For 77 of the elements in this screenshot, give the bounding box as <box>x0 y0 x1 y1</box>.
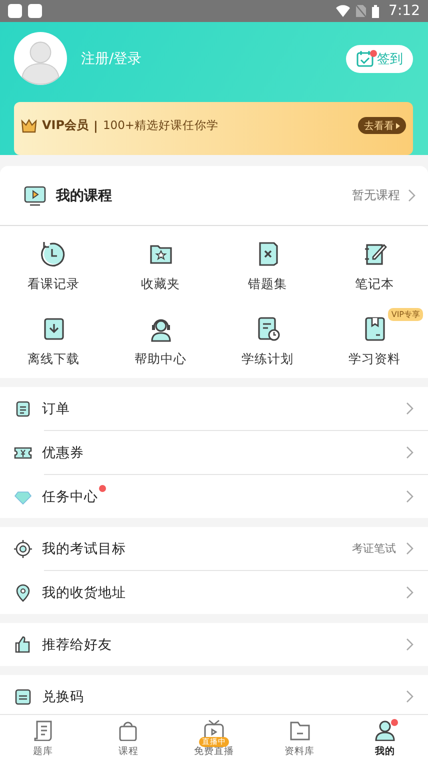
section-title: 我的课程 <box>56 186 113 204</box>
avatar[interactable] <box>14 32 67 85</box>
chevron-right-icon <box>406 638 414 651</box>
menu-label: 兑换码 <box>42 688 84 706</box>
chevron-right-icon <box>406 402 414 415</box>
tab-label: 免费直播 <box>194 745 234 758</box>
menu-item[interactable]: 订单 <box>0 387 428 430</box>
exchange-code-icon <box>14 686 32 706</box>
battery-icon <box>372 4 379 18</box>
menu-value: 考证笔试 <box>352 541 396 556</box>
tool-label: 帮助中心 <box>134 351 186 368</box>
question-bank-icon <box>32 720 53 741</box>
tool-item[interactable]: 笔记本 <box>321 233 428 293</box>
tool-item[interactable]: 收藏夹 <box>107 233 214 293</box>
tool-label: 学习资料 <box>348 351 400 368</box>
menu-label: 我的收货地址 <box>42 584 126 602</box>
tab-item[interactable]: 我的 <box>342 715 428 762</box>
calendar-check-icon <box>356 50 374 68</box>
tab-label: 资料库 <box>284 745 315 758</box>
menu-item[interactable]: 优惠券 <box>0 431 428 474</box>
no-sim-icon <box>356 5 366 17</box>
tab-item[interactable]: 资料库 <box>256 715 342 762</box>
tool-label: 笔记本 <box>355 276 394 293</box>
crown-icon <box>21 118 37 132</box>
menu-item[interactable]: 我的考试目标 考证笔试 <box>0 527 428 570</box>
menu-label: 推荐给好友 <box>42 636 112 654</box>
go-see-button[interactable]: 去看看 <box>358 117 406 134</box>
menu-label: 任务中心 <box>42 488 98 506</box>
chevron-right-icon <box>406 446 414 459</box>
course-status: 暂无课程 <box>352 187 400 204</box>
tool-item[interactable]: VIP专享 学习资料 <box>321 308 428 368</box>
tool-label: 学练计划 <box>242 351 294 368</box>
chevron-right-icon <box>406 490 414 503</box>
vip-slogan: 100+精选好课任你学 <box>102 118 220 133</box>
tool-label: 错题集 <box>248 276 287 293</box>
menu-label: 我的考试目标 <box>42 540 126 558</box>
chevron-right-icon <box>408 189 416 202</box>
wifi-icon <box>336 5 350 17</box>
vip-badge: VIP专享 <box>388 308 423 321</box>
menu-item[interactable]: 兑换码 <box>0 675 428 714</box>
menu-item[interactable]: 任务中心 <box>0 475 428 518</box>
shopping-bag-icon <box>118 720 138 741</box>
tab-label: 课程 <box>118 745 138 758</box>
chevron-right-icon <box>406 690 414 703</box>
video-play-icon <box>24 186 46 206</box>
menu-item[interactable]: 推荐给好友 <box>0 623 428 666</box>
tab-item[interactable]: 题库 <box>0 715 86 762</box>
target-icon <box>14 538 32 558</box>
chevron-right-icon <box>406 542 414 555</box>
chevron-right-icon <box>406 586 414 599</box>
caret-icon <box>396 122 400 128</box>
folder-icon <box>290 720 310 741</box>
menu-item[interactable]: 我的收货地址 <box>0 571 428 614</box>
menu-label: 订单 <box>42 400 70 418</box>
tool-label: 看课记录 <box>28 276 80 293</box>
tool-label: 收藏夹 <box>141 276 180 293</box>
clock-icon <box>40 240 68 268</box>
vip-separator: | <box>94 118 98 132</box>
tab-label: 我的 <box>375 745 396 758</box>
status-time: 7:12 <box>388 3 420 19</box>
notification-icon <box>28 4 42 18</box>
vip-banner[interactable]: VIP会员 | 100+精选好课任你学 去看看 <box>14 102 413 155</box>
tool-label: 离线下载 <box>28 351 80 368</box>
person-icon <box>375 720 396 741</box>
clipboard-icon <box>14 398 32 418</box>
tab-label: 题库 <box>32 745 53 758</box>
tool-item[interactable]: 离线下载 <box>0 308 107 368</box>
menu-label: 优惠券 <box>42 444 84 462</box>
vip-title: VIP会员 <box>42 117 89 134</box>
tool-item[interactable]: 错题集 <box>214 233 321 293</box>
location-pin-icon <box>14 582 32 602</box>
tab-item[interactable]: 课程 <box>86 715 172 762</box>
thumbs-up-icon <box>14 634 32 654</box>
notification-icon <box>8 4 22 18</box>
tool-item[interactable]: 帮助中心 <box>107 308 214 368</box>
tool-item[interactable]: 看课记录 <box>0 233 107 293</box>
tool-item[interactable]: 学练计划 <box>214 308 321 368</box>
